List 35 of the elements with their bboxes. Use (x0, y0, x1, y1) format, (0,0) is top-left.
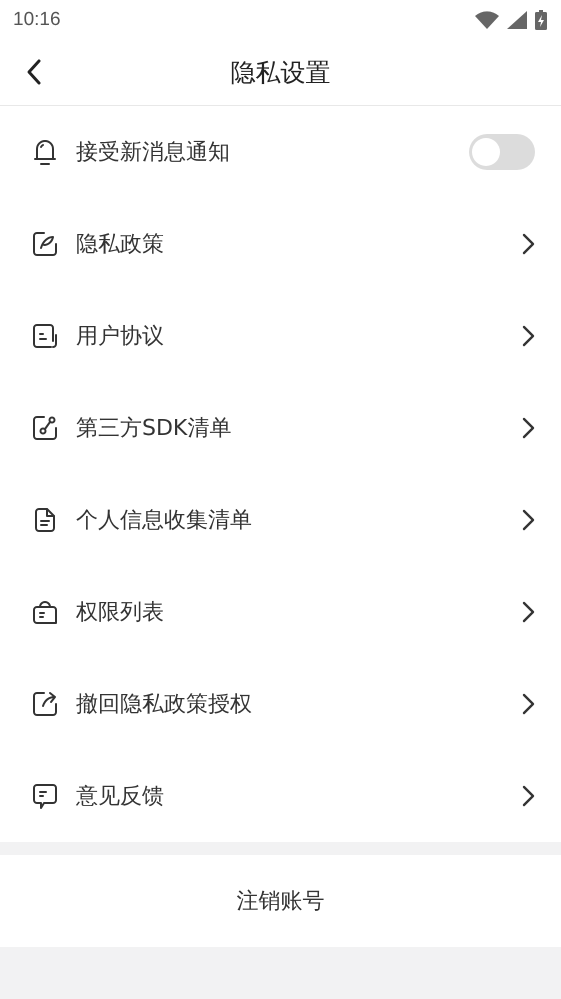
settings-row[interactable]: 意见反馈 (0, 750, 561, 842)
settings-row[interactable]: 权限列表 (0, 566, 561, 658)
battery-icon (535, 10, 547, 30)
settings-row[interactable]: 第三方SDK清单 (0, 382, 561, 474)
export-icon (30, 689, 60, 719)
settings-row[interactable]: 接受新消息通知 (0, 106, 561, 198)
edit-icon (30, 229, 60, 259)
row-label: 接受新消息通知 (76, 139, 231, 167)
row-label: 第三方SDK清单 (76, 415, 232, 443)
row-label: 个人信息收集清单 (76, 507, 253, 535)
settings-row[interactable]: 隐私政策 (0, 198, 561, 290)
share-icon (30, 413, 60, 443)
settings-row[interactable]: 撤回隐私政策授权 (0, 658, 561, 750)
status-time: 10:16 (13, 9, 61, 31)
chevron-right-icon (521, 508, 535, 532)
settings-row[interactable]: 用户协议 (0, 290, 561, 382)
wifi-icon (475, 11, 499, 29)
chevron-right-icon (521, 416, 535, 440)
chat-icon (30, 781, 60, 811)
toggle-switch[interactable] (469, 134, 535, 170)
row-label: 隐私政策 (76, 231, 165, 259)
row-label: 权限列表 (76, 599, 165, 627)
row-label: 撤回隐私政策授权 (76, 691, 253, 719)
chevron-right-icon (521, 600, 535, 624)
chevron-right-icon (521, 692, 535, 716)
signal-icon (507, 11, 527, 29)
delete-account-button[interactable]: 注销账号 (0, 855, 561, 947)
settings-row[interactable]: 个人信息收集清单 (0, 474, 561, 566)
chevron-right-icon (521, 324, 535, 348)
chevron-right-icon (521, 232, 535, 256)
chevron-right-icon (521, 784, 535, 808)
row-label: 用户协议 (76, 323, 165, 351)
row-label: 意见反馈 (76, 783, 165, 811)
note-icon (30, 321, 60, 351)
page-title: 隐私设置 (230, 57, 330, 89)
